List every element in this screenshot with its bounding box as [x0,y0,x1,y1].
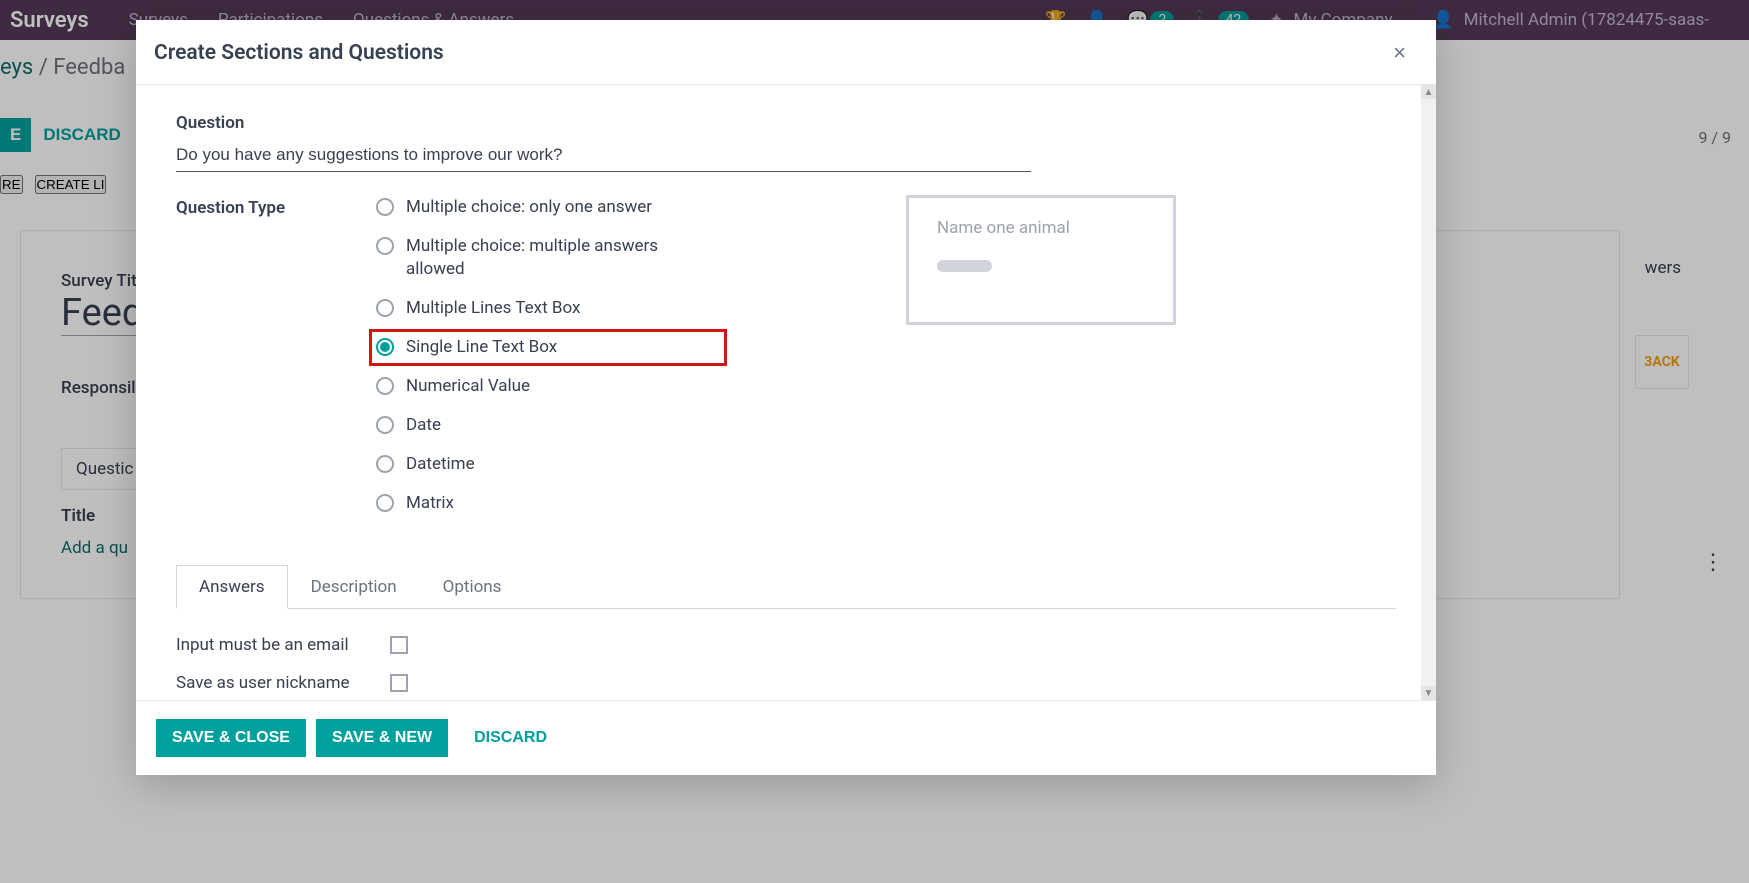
tab-description[interactable]: Description [288,565,420,609]
radio-icon [376,237,394,255]
modal-scrollbar[interactable]: ▲ ▼ [1421,85,1436,700]
close-icon[interactable]: × [1393,40,1406,66]
checkbox-email[interactable] [390,636,408,654]
label-nickname: Save as user nickname [176,673,366,693]
tab-options[interactable]: Options [420,565,525,609]
preview-input-placeholder [937,260,992,272]
save-close-button[interactable]: SAVE & CLOSE [156,719,306,757]
discard-button[interactable]: DISCARD [458,719,563,757]
preview-label: Name one animal [937,218,1145,238]
question-type-group: Multiple choice: only one answer Multipl… [376,196,676,514]
radio-icon [376,416,394,434]
scroll-down-icon[interactable]: ▼ [1421,686,1436,700]
radio-datetime[interactable]: Datetime [376,453,676,476]
radio-icon [376,299,394,317]
question-input[interactable] [176,141,1031,172]
row-nickname: Save as user nickname [176,673,1396,693]
radio-icon [376,494,394,512]
modal-footer: SAVE & CLOSE SAVE & NEW DISCARD [136,700,1436,775]
question-label: Question [176,113,1396,133]
question-preview: Name one animal [906,195,1176,325]
question-type-label: Question Type [176,196,376,514]
scroll-up-icon[interactable]: ▲ [1421,85,1436,99]
radio-matrix[interactable]: Matrix [376,492,676,515]
radio-singleline[interactable]: Single Line Text Box [369,329,727,366]
radio-icon [376,377,394,395]
checkbox-nickname[interactable] [390,674,408,692]
detail-tabs: Answers Description Options [176,564,1396,609]
save-new-button[interactable]: SAVE & NEW [316,719,448,757]
create-question-modal: Create Sections and Questions × Question… [136,20,1436,775]
modal-title: Create Sections and Questions [154,41,444,65]
modal-header: Create Sections and Questions × [136,20,1436,85]
radio-date[interactable]: Date [376,414,676,437]
radio-mc-one[interactable]: Multiple choice: only one answer [376,196,676,219]
radio-mc-multi[interactable]: Multiple choice: multiple answers allowe… [376,235,676,281]
tab-answers[interactable]: Answers [176,565,288,609]
radio-numerical[interactable]: Numerical Value [376,375,676,398]
radio-icon-checked [376,338,394,356]
answers-panel: Input must be an email Save as user nick… [176,635,1396,693]
radio-icon [376,455,394,473]
label-email: Input must be an email [176,635,366,655]
radio-icon [376,198,394,216]
modal-body: Question Question Type Multiple choice: … [136,85,1436,700]
row-email: Input must be an email [176,635,1396,655]
radio-multiline[interactable]: Multiple Lines Text Box [376,297,676,320]
